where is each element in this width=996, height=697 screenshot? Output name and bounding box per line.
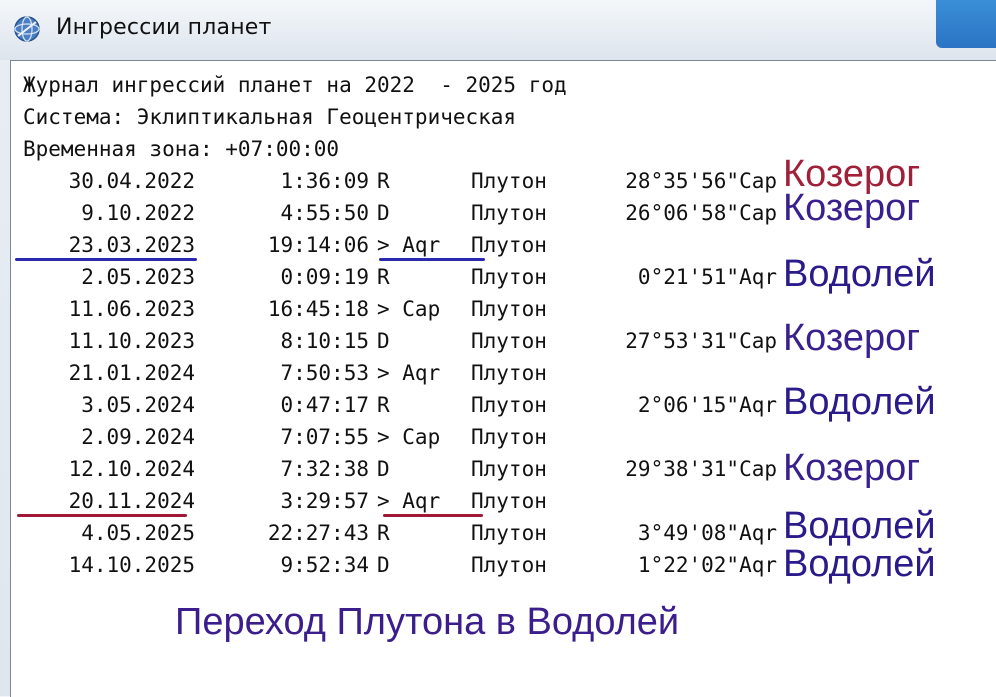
highlight-underline — [379, 258, 485, 261]
row-flag: D — [377, 553, 390, 577]
row-planet: Плутон — [471, 233, 547, 257]
row-flag: R — [377, 393, 390, 417]
row-position: 28°35'56"Cap — [625, 169, 777, 193]
row-flag: R — [377, 265, 390, 289]
table-row: 3.05.2024 0:47:17 R Плутон 2°06'15"Aqr Водоле… — [11, 383, 996, 421]
row-time: 7:32:38 — [280, 457, 369, 481]
row-time: 0:47:17 — [280, 393, 369, 417]
table-row: 14.10.2025 9:52:34 D Плутон 1°22'02"Aqr Водол… — [11, 545, 996, 583]
row-position: 1°22'02"Aqr — [637, 553, 777, 577]
row-flag: > Cap — [377, 297, 441, 321]
row-planet: Плутон — [471, 553, 547, 577]
zodiac-sign-label: Козерог — [783, 317, 921, 359]
zodiac-sign-label: Водолей — [783, 543, 936, 585]
row-time: 7:07:55 — [280, 425, 369, 449]
row-time: 16:45:18 — [267, 297, 369, 321]
row-planet: Плутон — [471, 201, 547, 225]
table-row: 9.10.2022 4:55:50 D Плутон 26°06'58"Cap Козер… — [11, 189, 996, 229]
app-globe-icon[interactable] — [12, 14, 42, 44]
row-planet: Плутон — [471, 425, 547, 449]
row-time: 19:14:06 — [267, 233, 369, 257]
row-date: 3.05.2024 — [81, 393, 195, 417]
journal-panel: Журнал ингрессий планет на 2022 - 2025 г… — [10, 60, 996, 697]
row-planet: Плутон — [471, 489, 547, 513]
row-time: 22:27:43 — [267, 521, 369, 545]
caption-text: Переход Плутона в Водолей — [175, 601, 680, 643]
row-flag: D — [377, 457, 390, 481]
title-bar[interactable]: Ингрессии планет — [0, 0, 996, 60]
zodiac-sign-label: Водолей — [783, 381, 936, 423]
row-time: 8:10:15 — [280, 329, 369, 353]
row-flag: D — [377, 201, 390, 225]
table-row: 2.05.2023 0:09:19 R Плутон 0°21'51"Aqr Водоле… — [11, 255, 996, 293]
row-time: 0:09:19 — [280, 265, 369, 289]
row-position: 27°53'31"Cap — [625, 329, 777, 353]
row-flag: R — [377, 169, 390, 193]
row-flag: R — [377, 521, 390, 545]
row-date: 11.10.2023 — [68, 329, 195, 353]
highlight-underline — [17, 514, 187, 517]
row-time: 9:52:34 — [280, 553, 369, 577]
row-planet: Плутон — [471, 265, 547, 289]
highlight-underline — [15, 258, 197, 261]
zodiac-sign-label: Козерог — [783, 187, 921, 229]
row-planet: Плутон — [471, 521, 547, 545]
row-planet: Плутон — [471, 169, 547, 193]
row-flag: D — [377, 329, 390, 353]
row-date: 2.05.2023 — [81, 265, 195, 289]
row-date: 12.10.2024 — [68, 457, 195, 481]
row-planet: Плутон — [471, 297, 547, 321]
row-time: 3:29:57 — [280, 489, 369, 513]
row-position: 0°21'51"Aqr — [637, 265, 777, 289]
row-position: 26°06'58"Cap — [625, 201, 777, 225]
table-row: 12.10.2024 7:32:38 D Плутон 29°38'31"Cap Козе… — [11, 449, 996, 487]
row-date: 21.01.2024 — [68, 361, 195, 385]
window-control-button[interactable] — [936, 0, 996, 48]
row-planet: Плутон — [471, 361, 547, 385]
row-flag: > Cap — [377, 425, 441, 449]
row-time: 4:55:50 — [280, 201, 369, 225]
window-title: Ингрессии планет — [56, 15, 272, 40]
highlight-underline — [383, 514, 483, 517]
row-date: 2.09.2024 — [81, 425, 195, 449]
row-date: 14.10.2025 — [68, 553, 195, 577]
app-window: Ингрессии планет Журнал ингрессий планет… — [0, 0, 996, 697]
row-date: 23.03.2023 — [68, 233, 195, 257]
journal-header-system: Система: Эклиптикальная Геоцентрическая — [23, 105, 517, 129]
row-time: 1:36:09 — [280, 169, 369, 193]
table-row: 11.10.2023 8:10:15 D Плутон 27°53'31"Cap Козе… — [11, 319, 996, 357]
zodiac-sign-label: Водолей — [783, 505, 936, 547]
row-planet: Плутон — [471, 329, 547, 353]
zodiac-sign-label: Водолей — [783, 253, 936, 295]
row-position: 29°38'31"Cap — [625, 457, 777, 481]
journal-header-timezone: Временная зона: +07:00:00 — [23, 137, 340, 161]
row-time: 7:50:53 — [280, 361, 369, 385]
zodiac-sign-label: Козерог — [783, 447, 921, 489]
row-date: 20.11.2024 — [68, 489, 195, 513]
row-flag: > Aqr — [377, 489, 441, 513]
row-flag: > Aqr — [377, 361, 441, 385]
journal-header-title: Журнал ингрессий планет на 2022 - 2025 г… — [23, 73, 567, 97]
row-position: 2°06'15"Aqr — [637, 393, 777, 417]
row-date: 4.05.2025 — [81, 521, 195, 545]
row-date: 9.10.2022 — [81, 201, 195, 225]
row-planet: Плутон — [471, 457, 547, 481]
row-date: 30.04.2022 — [68, 169, 195, 193]
row-date: 11.06.2023 — [68, 297, 195, 321]
row-flag: > Aqr — [377, 233, 441, 257]
row-planet: Плутон — [471, 393, 547, 417]
row-position: 3°49'08"Aqr — [637, 521, 777, 545]
